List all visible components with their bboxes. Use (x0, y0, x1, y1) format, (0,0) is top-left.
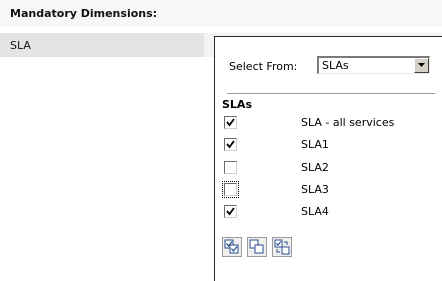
checkbox-sla2[interactable] (224, 161, 237, 174)
list-item: SLA4 (215, 202, 442, 222)
dimension-item-label: SLA (10, 39, 31, 52)
list-item: SLA - all services (215, 113, 442, 133)
select-from-dropdown[interactable]: SLAs (317, 56, 430, 74)
select-all-button[interactable] (222, 237, 242, 257)
option-label: SLA1 (301, 138, 329, 151)
option-label: SLA4 (301, 205, 329, 218)
list-item: SLA3 (215, 180, 442, 200)
checkbox-sla4[interactable] (224, 205, 237, 218)
page-title: Mandatory Dimensions: (10, 7, 158, 20)
selection-panel: Select From: SLAs SLAs SLA - all service… (214, 36, 442, 281)
divider (227, 93, 435, 94)
deselect-all-button[interactable] (247, 237, 267, 257)
option-label: SLA3 (301, 183, 329, 196)
invert-selection-button[interactable] (272, 237, 292, 257)
list-item: SLA1 (215, 135, 442, 155)
checkbox-sla-all-services[interactable] (224, 116, 237, 129)
list-heading: SLAs (222, 98, 252, 111)
chevron-down-icon (418, 63, 425, 67)
checkmark-icon (226, 207, 235, 216)
dimension-item-sla[interactable]: SLA (0, 33, 204, 57)
dropdown-arrow-button[interactable] (414, 58, 429, 73)
option-label: SLA2 (301, 161, 329, 174)
mandatory-dimensions-header: Mandatory Dimensions: (0, 0, 442, 27)
checkbox-sla3[interactable] (222, 181, 239, 198)
checkmark-icon (226, 140, 235, 149)
invert-selection-icon (274, 239, 290, 255)
select-from-label: Select From: (229, 60, 298, 73)
select-all-icon (224, 239, 239, 254)
select-from-value: SLAs (322, 59, 349, 72)
panel-header: Select From: SLAs (215, 37, 442, 91)
checkbox-sla1[interactable] (224, 138, 237, 151)
deselect-all-icon (249, 239, 264, 254)
checkmark-icon (226, 118, 235, 127)
option-label: SLA - all services (301, 116, 395, 129)
list-item: SLA2 (215, 158, 442, 178)
